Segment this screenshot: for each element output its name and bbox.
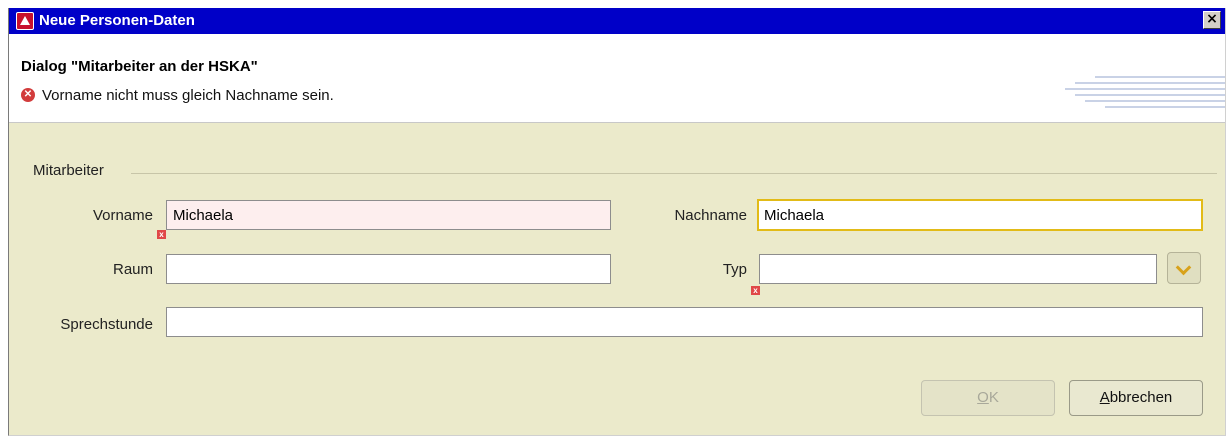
- error-message: Vorname nicht muss gleich Nachname sein.: [42, 86, 334, 104]
- app-icon: [16, 12, 34, 30]
- header-decoration: [1055, 76, 1225, 112]
- raum-input[interactable]: [166, 254, 611, 284]
- error-icon: ✕: [21, 88, 35, 102]
- sprechstunde-label: Sprechstunde: [60, 316, 153, 333]
- typ-input[interactable]: [759, 254, 1157, 284]
- dialog-header: Dialog "Mitarbeiter an der HSKA" ✕ Vorna…: [9, 34, 1225, 123]
- ok-button[interactable]: OK: [921, 380, 1055, 416]
- raum-label: Raum: [112, 261, 153, 278]
- dialog-title: Dialog "Mitarbeiter an der HSKA": [21, 58, 258, 75]
- typ-dropdown-button[interactable]: [1167, 252, 1201, 284]
- cancel-button[interactable]: Abbrechen: [1069, 380, 1203, 416]
- vorname-input[interactable]: [166, 200, 611, 230]
- sprechstunde-input[interactable]: [166, 307, 1203, 337]
- nachname-label: Nachname: [674, 207, 747, 224]
- field-error-icon: x: [751, 286, 760, 295]
- vorname-label: Vorname: [92, 207, 153, 224]
- title-bar[interactable]: Neue Personen-Daten ×: [9, 8, 1225, 34]
- dialog-window: Neue Personen-Daten × Dialog "Mitarbeite…: [8, 8, 1226, 436]
- typ-label: Typ: [722, 261, 747, 278]
- close-icon[interactable]: ×: [1203, 11, 1221, 29]
- window-title: Neue Personen-Daten: [39, 12, 195, 29]
- section-divider: [131, 173, 1217, 174]
- section-label: Mitarbeiter: [33, 162, 104, 179]
- field-error-icon: x: [157, 230, 166, 239]
- error-message-row: ✕ Vorname nicht muss gleich Nachname sei…: [21, 85, 334, 105]
- nachname-input[interactable]: [757, 199, 1203, 231]
